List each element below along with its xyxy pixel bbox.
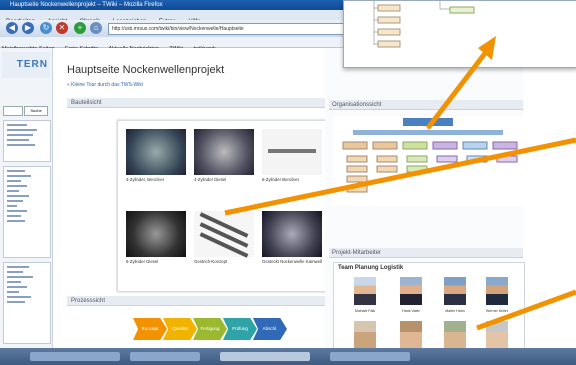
browser-window: Hauptseite Nockenwellenprojekt – TWiki –…	[0, 0, 576, 365]
taskbar-item[interactable]	[30, 352, 120, 361]
taskbar	[0, 348, 576, 365]
taskbar-item[interactable]	[220, 352, 310, 361]
taskbar-item[interactable]	[330, 352, 410, 361]
taskbar-item[interactable]	[130, 352, 200, 361]
annotation-arrows	[224, 36, 576, 331]
